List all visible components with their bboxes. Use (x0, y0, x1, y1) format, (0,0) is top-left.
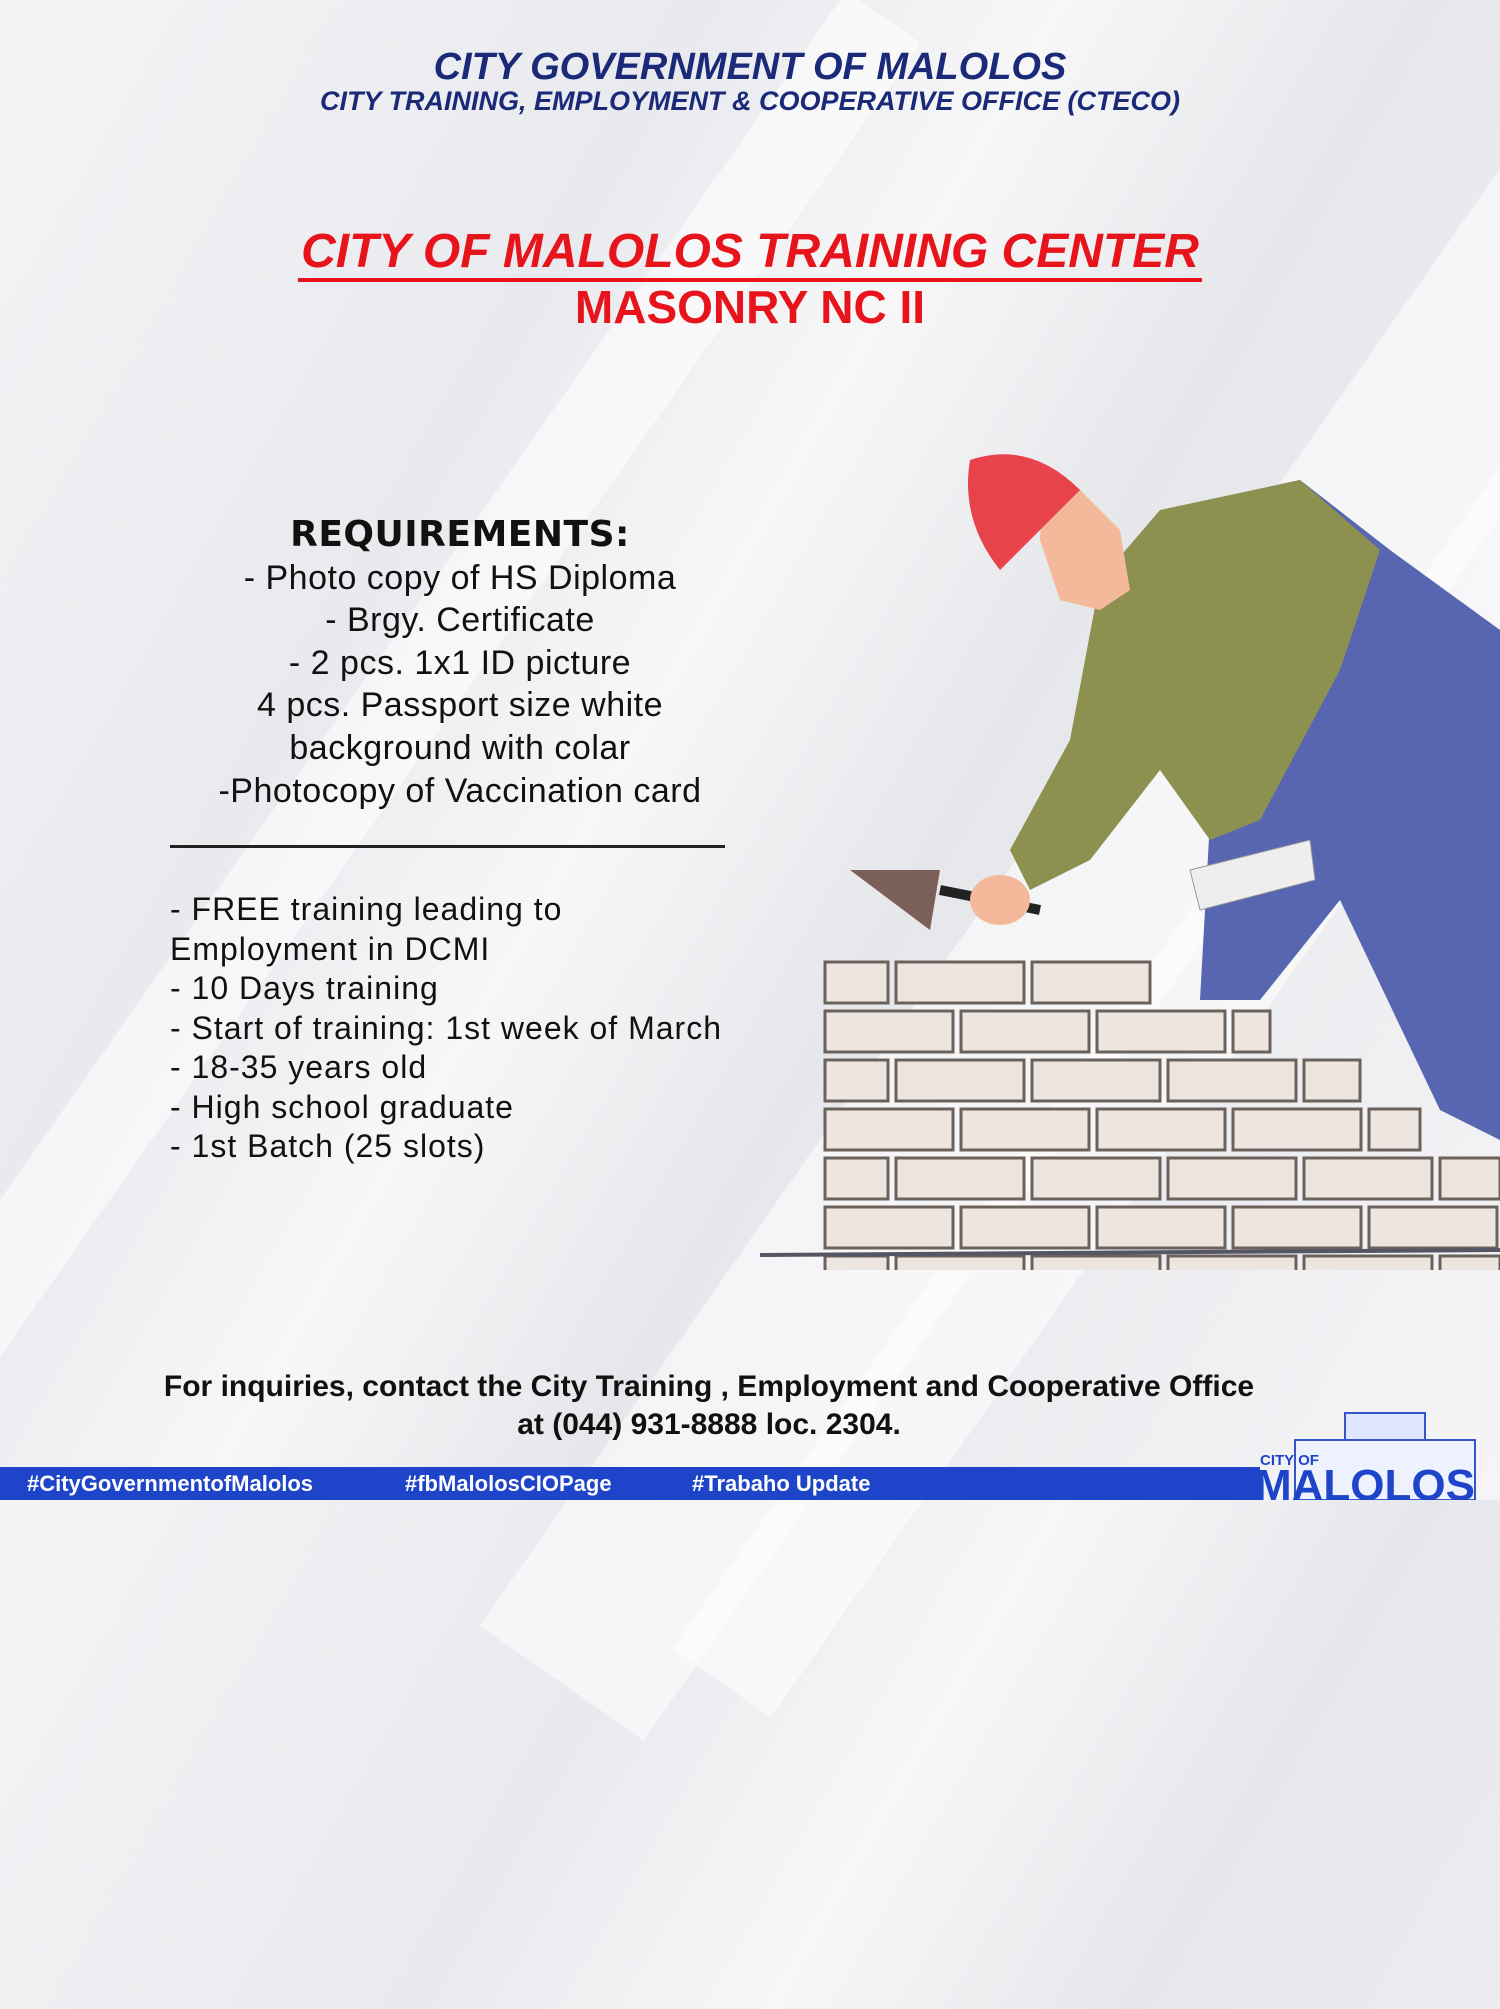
brick (1030, 1058, 1162, 1103)
brick (959, 1009, 1091, 1054)
requirement-item: - Photo copy of HS Diploma (243, 558, 677, 597)
center-title: CITY OF MALOLOS TRAINING CENTER (0, 224, 1500, 282)
brick (1438, 1156, 1500, 1201)
brick (1166, 1156, 1298, 1201)
trowel-icon (850, 870, 940, 930)
divider (170, 845, 725, 848)
brick (1367, 1107, 1422, 1152)
requirements-list: REQUIREMENTS: - Photo copy of HS Diploma… (160, 514, 760, 812)
brick (959, 1107, 1091, 1152)
brick (823, 1205, 955, 1250)
detail-item: - High school graduate (170, 1088, 514, 1125)
detail-item: - 1st Batch (25 slots) (170, 1128, 486, 1164)
brick (1231, 1009, 1272, 1054)
brick (894, 1156, 1026, 1201)
brick (823, 1009, 955, 1054)
brick (1095, 1009, 1227, 1054)
brick (894, 1058, 1026, 1103)
brick (1166, 1058, 1298, 1103)
detail-item: - 10 Days training (170, 970, 439, 1006)
org-title: CITY GOVERNMENT OF MALOLOS (433, 46, 1067, 88)
hashtag[interactable]: #CityGovernmentofMalolos (27, 1471, 313, 1497)
brick (1030, 960, 1152, 1005)
office-title: CITY TRAINING, EMPLOYMENT & COOPERATIVE … (319, 86, 1181, 116)
brick (1231, 1205, 1363, 1250)
requirement-item: - Brgy. Certificate (325, 601, 595, 640)
brick (1030, 1156, 1162, 1201)
brick (894, 1254, 1026, 1270)
brick (823, 1107, 955, 1152)
brick (1231, 1107, 1363, 1152)
inquiry-phone: at (044) 931-8888 loc. 2304. (517, 1408, 901, 1441)
hashtag[interactable]: #Trabaho Update (692, 1471, 870, 1497)
requirement-item: background with colar (289, 728, 631, 767)
brick (1166, 1254, 1298, 1270)
detail-item: - FREE training leading to (170, 891, 563, 927)
brick (823, 960, 890, 1005)
ground-line (759, 1248, 1500, 1257)
brick (823, 1058, 890, 1103)
brick (894, 960, 1026, 1005)
requirements-heading: REQUIREMENTS: (290, 514, 630, 555)
brick (823, 1156, 890, 1201)
inquiry-text: For inquiries, contact the City Training… (0, 1368, 1418, 1444)
brick (1302, 1156, 1434, 1201)
requirement-item: -Photocopy of Vaccination card (218, 771, 702, 810)
brick (959, 1205, 1091, 1250)
requirement-item: - 2 pcs. 1x1 ID picture (288, 643, 632, 682)
inquiry-line: For inquiries, contact the City Training… (163, 1370, 1255, 1403)
details-list: - FREE training leading to Employment in… (170, 890, 722, 1167)
requirement-item: 4 pcs. Passport size white (256, 686, 664, 725)
hand (970, 875, 1030, 925)
city-malolos-logo: CITY OF MALOLOS (1255, 1412, 1476, 1500)
brick (1095, 1205, 1227, 1250)
brick (1095, 1107, 1227, 1152)
detail-item: Employment in DCMI (170, 930, 491, 967)
hashtag-bar: #CityGovernmentofMalolos #fbMalolosCIOPa… (0, 1467, 1260, 1500)
brick (1438, 1254, 1500, 1270)
mason-illustration (759, 454, 1500, 1270)
brick (1030, 1254, 1162, 1270)
brick (1302, 1058, 1362, 1103)
detail-item: - 18-35 years old (170, 1049, 428, 1085)
hashtag[interactable]: #fbMalolosCIOPage (405, 1471, 612, 1497)
course-title: MASONRY NC II (574, 281, 926, 333)
brick (1367, 1205, 1499, 1250)
svg-text:MALOLOS: MALOLOS (1255, 1461, 1475, 1500)
center-title-text: CITY OF MALOLOS TRAINING CENTER (298, 225, 1202, 282)
detail-item: - Start of training: 1st week of March (170, 1009, 722, 1046)
brick (823, 1254, 890, 1270)
brick (1302, 1254, 1434, 1270)
